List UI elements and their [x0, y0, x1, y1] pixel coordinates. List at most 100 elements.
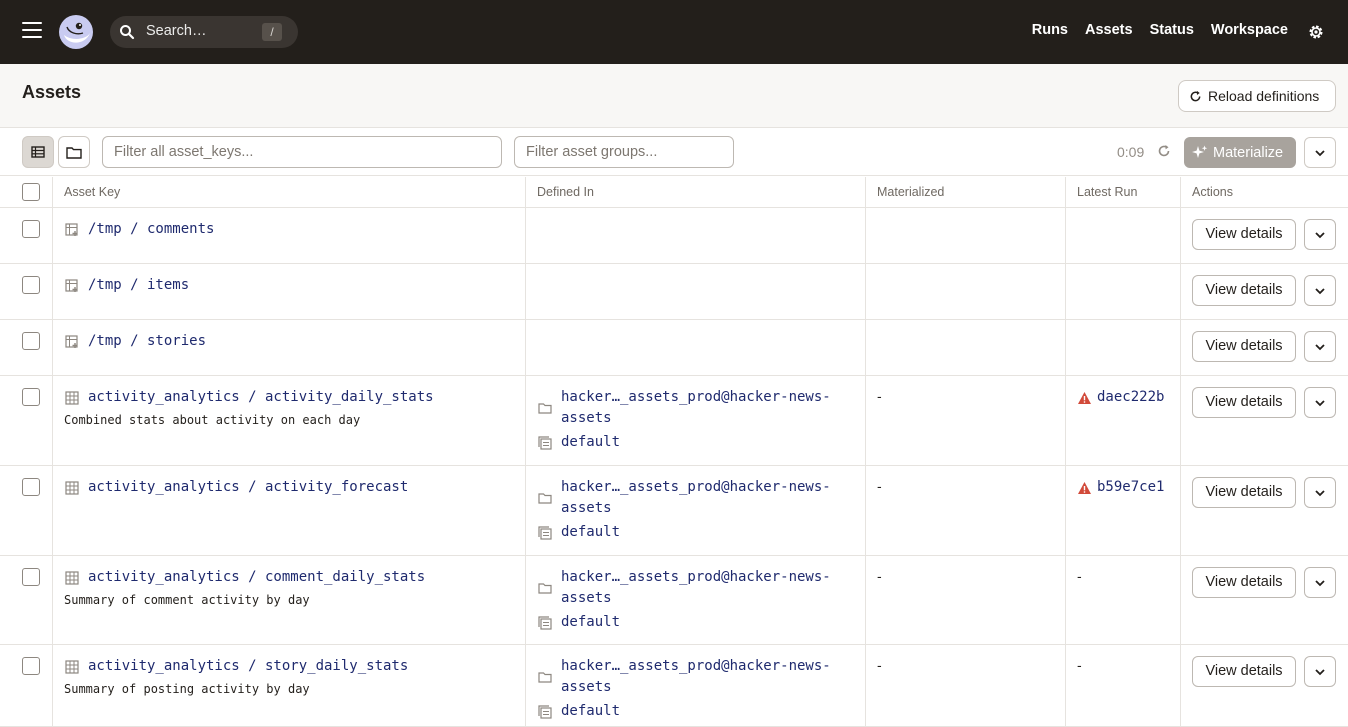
materialize-options-button[interactable] — [1304, 137, 1336, 168]
row-actions-menu-button[interactable] — [1304, 275, 1336, 306]
view-details-button[interactable]: View details — [1192, 477, 1296, 508]
asset-key-link[interactable]: /tmp / comments — [88, 221, 214, 237]
asset-toolbar: 0:09 Materialize — [0, 128, 1348, 176]
row-checkbox[interactable] — [22, 332, 40, 350]
nav-links: Runs Assets Status Workspace — [1032, 22, 1288, 38]
asset-group-link[interactable]: default — [561, 524, 620, 540]
asset-group-filter-input[interactable] — [514, 136, 734, 168]
chevron-down-icon — [1315, 579, 1325, 586]
chevron-down-icon — [1315, 668, 1325, 675]
header-asset-key: Asset Key — [64, 185, 121, 199]
warning-icon — [1078, 482, 1091, 494]
latest-run-link[interactable]: b59e7ce1 — [1097, 479, 1164, 495]
row-actions-menu-button[interactable] — [1304, 567, 1336, 598]
chevron-down-icon — [1315, 489, 1325, 496]
table-row: /tmp / items View details — [0, 264, 1348, 320]
latest-run-value: - — [1077, 657, 1082, 673]
asset-group-link[interactable]: default — [561, 614, 620, 630]
page-header: Assets Reload definitions — [0, 64, 1348, 128]
row-actions-menu-button[interactable] — [1304, 387, 1336, 418]
sparkle-icon — [1192, 145, 1208, 158]
chevron-down-icon — [1315, 399, 1325, 406]
row-checkbox[interactable] — [22, 657, 40, 675]
asset-description: Summary of comment activity by day — [64, 593, 310, 607]
table-row: activity_analytics / comment_daily_stats… — [0, 556, 1348, 645]
row-checkbox[interactable] — [22, 220, 40, 238]
code-location-link[interactable]: hacker…_assets_prod@hacker-news-assets — [561, 656, 841, 697]
table-icon — [65, 481, 79, 495]
view-details-button[interactable]: View details — [1192, 275, 1296, 306]
header-materialized: Materialized — [877, 185, 945, 199]
chevron-down-icon — [1315, 149, 1325, 156]
latest-run-link[interactable]: daec222b — [1097, 389, 1164, 405]
nav-link-workspace[interactable]: Workspace — [1211, 22, 1288, 38]
code-location-link[interactable]: hacker…_assets_prod@hacker-news-assets — [561, 477, 841, 518]
refresh-icon[interactable] — [1157, 144, 1171, 158]
latest-run-value: - — [1077, 568, 1082, 584]
dagster-logo-icon[interactable] — [57, 13, 95, 51]
search-box[interactable]: Search… / — [110, 16, 298, 48]
reload-definitions-label: Reload definitions — [1208, 88, 1320, 104]
table-row: activity_analytics / activity_daily_stat… — [0, 376, 1348, 466]
chevron-down-icon — [1315, 343, 1325, 350]
row-actions-menu-button[interactable] — [1304, 656, 1336, 687]
source-asset-icon — [65, 279, 78, 292]
refresh-icon — [1190, 90, 1201, 101]
asset-group-link[interactable]: default — [561, 703, 620, 719]
folder-icon — [538, 583, 552, 594]
code-location-link[interactable]: hacker…_assets_prod@hacker-news-assets — [561, 387, 841, 428]
materialized-value: - — [877, 388, 882, 404]
asset-group-link[interactable]: default — [561, 434, 620, 450]
top-nav: Search… / Runs Assets Status Workspace — [0, 0, 1348, 64]
gear-icon[interactable] — [1307, 23, 1325, 41]
asset-key-link[interactable]: /tmp / items — [88, 277, 189, 293]
row-checkbox[interactable] — [22, 478, 40, 496]
view-details-button[interactable]: View details — [1192, 387, 1296, 418]
view-details-button[interactable]: View details — [1192, 656, 1296, 687]
folder-view-toggle[interactable] — [58, 136, 90, 168]
row-actions-menu-button[interactable] — [1304, 219, 1336, 250]
asset-group-icon — [538, 705, 552, 719]
nav-link-assets[interactable]: Assets — [1085, 22, 1133, 38]
nav-link-status[interactable]: Status — [1150, 22, 1194, 38]
row-checkbox[interactable] — [22, 276, 40, 294]
source-asset-icon — [65, 335, 78, 348]
table-row: activity_analytics / story_daily_stats Su… — [0, 645, 1348, 727]
header-defined-in: Defined In — [537, 185, 594, 199]
asset-key-link[interactable]: activity_analytics / comment_daily_stats — [88, 569, 425, 585]
row-checkbox[interactable] — [22, 388, 40, 406]
asset-group-icon — [538, 436, 552, 450]
materialize-label: Materialize — [1213, 144, 1284, 161]
asset-key-link[interactable]: activity_analytics / activity_daily_stat… — [88, 389, 434, 405]
row-actions-menu-button[interactable] — [1304, 331, 1336, 362]
search-shortcut-key: / — [262, 23, 282, 41]
menu-icon[interactable] — [22, 22, 42, 42]
materialize-button[interactable]: Materialize — [1184, 137, 1296, 168]
list-view-toggle[interactable] — [22, 136, 54, 168]
reload-definitions-button[interactable]: Reload definitions — [1178, 80, 1336, 112]
folder-icon — [538, 672, 552, 683]
asset-key-link[interactable]: /tmp / stories — [88, 333, 206, 349]
page-title: Assets — [22, 82, 82, 102]
table-row: /tmp / comments View details — [0, 208, 1348, 264]
view-details-button[interactable]: View details — [1192, 331, 1296, 362]
row-actions-menu-button[interactable] — [1304, 477, 1336, 508]
table-header: Asset Key Defined In Materialized Latest… — [0, 177, 1348, 208]
code-location-link[interactable]: hacker…_assets_prod@hacker-news-assets — [561, 567, 841, 608]
asset-key-link[interactable]: activity_analytics / story_daily_stats — [88, 658, 408, 674]
asset-key-link[interactable]: activity_analytics / activity_forecast — [88, 479, 408, 495]
source-asset-icon — [65, 223, 78, 236]
row-checkbox[interactable] — [22, 568, 40, 586]
materialized-value: - — [877, 478, 882, 494]
folder-icon — [66, 146, 82, 159]
asset-description: Combined stats about activity on each da… — [64, 413, 361, 427]
view-details-button[interactable]: View details — [1192, 567, 1296, 598]
select-all-checkbox[interactable] — [22, 183, 40, 201]
nav-link-runs[interactable]: Runs — [1032, 22, 1068, 38]
asset-key-filter-input[interactable] — [102, 136, 502, 168]
search-icon — [120, 25, 135, 40]
table-row: activity_analytics / activity_forecast ha… — [0, 466, 1348, 556]
folder-icon — [538, 403, 552, 414]
table-row: /tmp / stories View details — [0, 320, 1348, 376]
view-details-button[interactable]: View details — [1192, 219, 1296, 250]
